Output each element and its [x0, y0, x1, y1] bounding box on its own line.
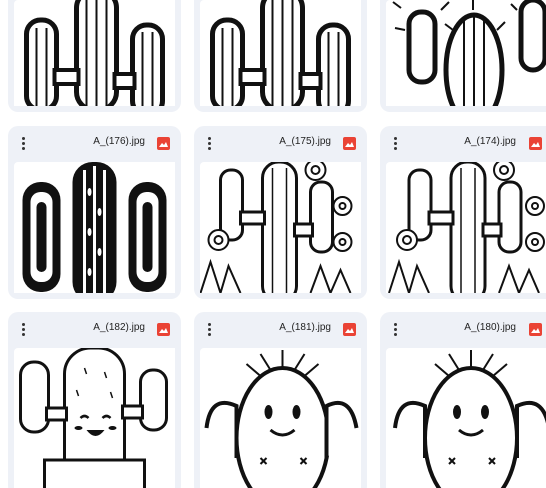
cactus-smiling-icon — [204, 350, 359, 488]
image-file-icon — [343, 323, 356, 336]
card-header: A_(175).jpg — [194, 126, 367, 160]
cactus-spiky-icon — [392, 0, 546, 106]
more-options-icon[interactable] — [18, 321, 28, 337]
file-grid: A_(176).jpg A_(175).jpg A_(174).jpg A_(1… — [0, 0, 546, 488]
thumbnail[interactable] — [386, 0, 546, 106]
image-file-icon — [157, 323, 170, 336]
cactus-flowers-icon — [200, 162, 353, 293]
thumbnail[interactable] — [14, 348, 175, 488]
cactus-black-icon — [22, 162, 167, 293]
thumbnail[interactable] — [200, 0, 361, 106]
file-card[interactable] — [194, 0, 367, 112]
file-card[interactable] — [380, 0, 546, 112]
more-options-icon[interactable] — [204, 135, 214, 151]
more-options-icon[interactable] — [18, 135, 28, 151]
more-options-icon[interactable] — [390, 321, 400, 337]
file-card[interactable]: A_(175).jpg — [194, 126, 367, 299]
card-header: A_(176).jpg — [8, 126, 181, 160]
file-name[interactable]: A_(182).jpg — [93, 322, 145, 333]
cactus-flowers-icon — [388, 162, 545, 293]
more-options-icon[interactable] — [390, 135, 400, 151]
cactus-smiling-pot-icon — [19, 348, 168, 488]
thumbnail[interactable] — [14, 0, 175, 106]
cactus-smiling-icon — [393, 350, 546, 488]
image-file-icon — [529, 323, 542, 336]
file-card[interactable] — [8, 0, 181, 112]
file-card[interactable]: A_(174).jpg — [380, 126, 546, 299]
card-header: A_(182).jpg — [8, 312, 181, 346]
card-header: A_(174).jpg — [380, 126, 546, 160]
more-options-icon[interactable] — [204, 321, 214, 337]
file-name[interactable]: A_(175).jpg — [279, 136, 331, 147]
file-name[interactable]: A_(176).jpg — [93, 136, 145, 147]
image-file-icon — [343, 137, 356, 150]
file-name[interactable]: A_(180).jpg — [464, 322, 516, 333]
cactus-outline-icon — [210, 0, 351, 106]
thumbnail[interactable] — [14, 162, 175, 293]
thumbnail[interactable] — [386, 348, 546, 488]
file-card[interactable]: A_(176).jpg — [8, 126, 181, 299]
file-card[interactable]: A_(180).jpg — [380, 312, 546, 488]
file-card[interactable]: A_(182).jpg — [8, 312, 181, 488]
image-file-icon — [529, 137, 542, 150]
file-name[interactable]: A_(174).jpg — [464, 136, 516, 147]
cactus-outline-icon — [24, 0, 165, 106]
image-file-icon — [157, 137, 170, 150]
thumbnail[interactable] — [200, 348, 361, 488]
card-header: A_(180).jpg — [380, 312, 546, 346]
file-name[interactable]: A_(181).jpg — [279, 322, 331, 333]
thumbnail[interactable] — [386, 162, 546, 293]
thumbnail[interactable] — [200, 162, 361, 293]
card-header: A_(181).jpg — [194, 312, 367, 346]
file-card[interactable]: A_(181).jpg — [194, 312, 367, 488]
